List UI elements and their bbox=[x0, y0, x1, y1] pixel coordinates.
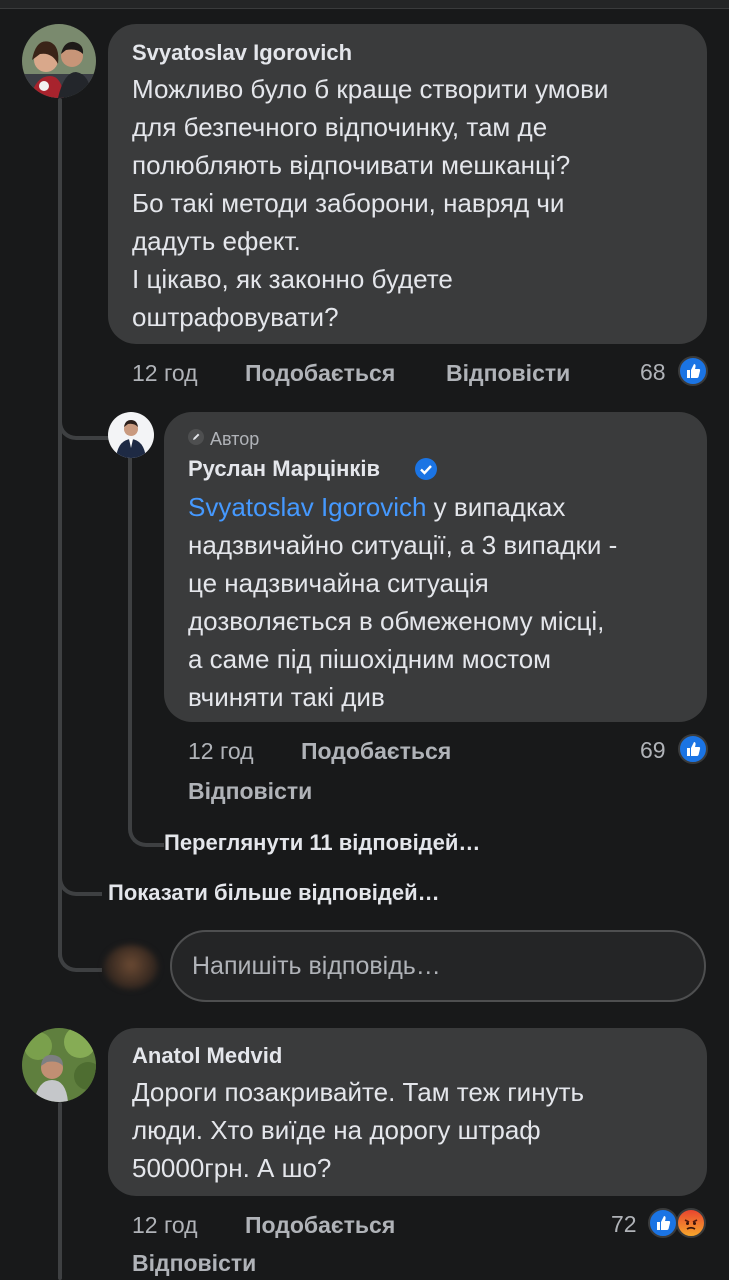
comment-text-line: надзвичайно ситуації, а 3 випадки - bbox=[188, 530, 618, 560]
like-button[interactable]: Подобається bbox=[245, 360, 395, 387]
reply-button[interactable]: Відповісти bbox=[188, 778, 312, 805]
verified-badge-icon bbox=[414, 457, 438, 481]
comment-text-line: 50000грн. А шо? bbox=[132, 1153, 332, 1183]
comment-time[interactable]: 12 год bbox=[188, 738, 254, 765]
avatar[interactable] bbox=[108, 412, 154, 458]
author-badge: Автор bbox=[188, 429, 259, 450]
avatar[interactable] bbox=[22, 1028, 96, 1102]
comment-text-line: Svyatoslav Igorovich у випадках bbox=[188, 488, 565, 526]
thread-branch bbox=[58, 400, 112, 440]
reaction-count[interactable]: 68 bbox=[640, 359, 666, 386]
comment-text-line: люди. Хто виїде на дорогу штраф bbox=[132, 1115, 541, 1145]
reply-input[interactable]: Напишіть відповідь… bbox=[170, 930, 706, 1002]
like-icon bbox=[678, 356, 708, 386]
comment-text-line: Дороги позакривайте. Там теж гинуть bbox=[132, 1077, 585, 1107]
like-button[interactable]: Подобається bbox=[301, 738, 451, 765]
comment-text-line: дозволяється в обмеженому місці, bbox=[188, 606, 605, 636]
like-icon bbox=[678, 734, 708, 764]
avatar[interactable] bbox=[22, 24, 96, 98]
reply-thread-line bbox=[128, 458, 164, 847]
comment-text-line: вчиняти такі див bbox=[188, 682, 385, 712]
thread-branch bbox=[58, 930, 102, 972]
comment-time[interactable]: 12 год bbox=[132, 1212, 198, 1239]
angry-icon bbox=[676, 1208, 706, 1238]
like-button[interactable]: Подобається bbox=[245, 1212, 395, 1239]
reply-button[interactable]: Відповісти bbox=[446, 360, 570, 387]
view-replies-link[interactable]: Переглянути 11 відповідей… bbox=[164, 830, 480, 856]
reaction-count[interactable]: 69 bbox=[640, 737, 666, 764]
reply-button[interactable]: Відповісти bbox=[132, 1250, 256, 1277]
comment-time[interactable]: 12 год bbox=[132, 360, 198, 387]
show-more-replies-link[interactable]: Показати більше відповідей… bbox=[108, 880, 440, 906]
comment-author[interactable]: Anatol Medvid bbox=[132, 1043, 282, 1069]
thread-line bbox=[58, 98, 62, 958]
comment-text-line: це надзвичайна ситуація bbox=[188, 568, 489, 598]
comment-author[interactable]: Руслан Марцінків bbox=[188, 456, 380, 482]
reaction-count[interactable]: 72 bbox=[611, 1211, 637, 1238]
comment-text-line: полюбляють відпочивати мешканці? bbox=[132, 150, 571, 180]
thread-line bbox=[58, 1102, 62, 1280]
current-user-avatar bbox=[104, 945, 158, 989]
comment-text-line: дадуть ефект. bbox=[132, 226, 301, 256]
like-icon bbox=[648, 1208, 678, 1238]
author-badge-label: Автор bbox=[210, 429, 260, 449]
comment-author[interactable]: Svyatoslav Igorovich bbox=[132, 40, 352, 66]
thread-branch bbox=[58, 860, 102, 896]
pen-icon bbox=[188, 429, 204, 450]
comment-text-line: для безпечного відпочинку, там де bbox=[132, 112, 548, 142]
comment-text-line: Бо такі методи заборони, навряд чи bbox=[132, 188, 565, 218]
top-divider bbox=[0, 0, 729, 9]
comment-text: у випадках bbox=[426, 492, 566, 522]
comment-text-line: І цікаво, як законно будете bbox=[132, 264, 453, 294]
comment-text-line: оштрафовувати? bbox=[132, 302, 339, 332]
comment-text-line: а саме під пішохідним мостом bbox=[188, 644, 552, 674]
mention-link[interactable]: Svyatoslav Igorovich bbox=[188, 492, 426, 522]
comment-text-line: Можливо було б краще створити умови bbox=[132, 74, 609, 104]
